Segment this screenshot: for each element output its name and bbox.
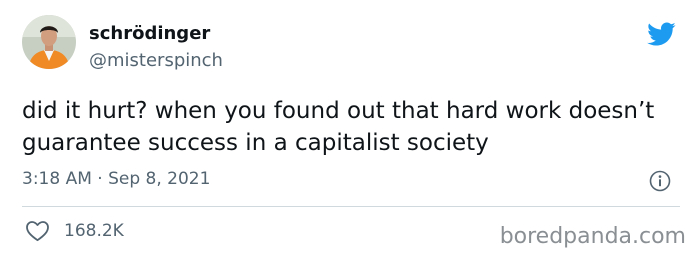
twitter-bird-icon[interactable]: [644, 19, 678, 49]
like-count[interactable]: 168.2K: [64, 220, 124, 242]
author-handle[interactable]: @misterspinch: [89, 50, 223, 72]
author-display-name[interactable]: schrödinger: [89, 23, 210, 45]
tweet-text: did it hurt? when you found out that har…: [22, 98, 655, 156]
tweet-timestamp[interactable]: 3:18 AM · Sep 8, 2021: [22, 168, 210, 190]
divider: [22, 206, 680, 207]
watermark: boredpanda.com: [499, 224, 686, 249]
profile-photo: [22, 15, 76, 69]
avatar[interactable]: [22, 15, 76, 69]
info-icon[interactable]: [649, 170, 671, 192]
heart-icon[interactable]: [25, 220, 50, 242]
